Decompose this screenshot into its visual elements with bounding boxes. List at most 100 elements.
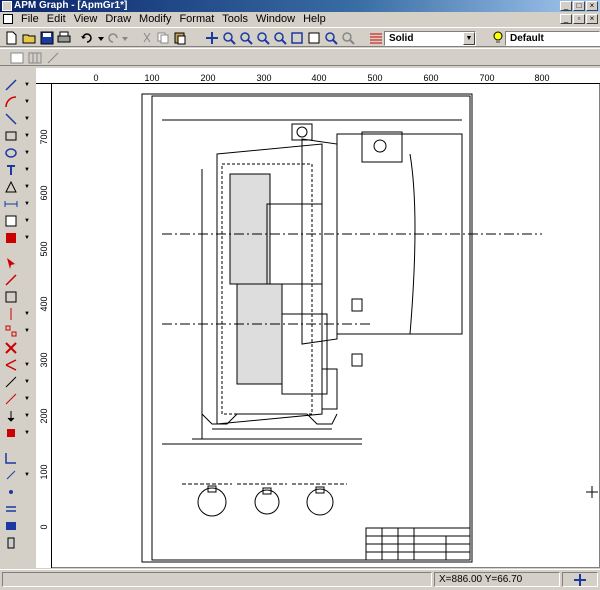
lightbulb-icon[interactable]	[491, 31, 505, 45]
secondary-toolbar	[0, 48, 600, 66]
snap-mode-icon[interactable]	[573, 573, 587, 587]
horizontal-ruler: 0 100 200 300 400 500 600 700 800	[36, 68, 600, 84]
menu-bar: File Edit View Draw Modify Format Tools …	[0, 12, 600, 26]
motor-terminal-box	[361, 131, 403, 163]
menu-edit[interactable]: Edit	[43, 12, 70, 26]
ruler-tick: 600	[423, 73, 439, 83]
mirror-tool-icon[interactable]: ▼	[4, 307, 30, 321]
paste-icon[interactable]	[173, 31, 187, 45]
ruler-tick: 500	[39, 241, 49, 257]
ruler-tick: 300	[39, 352, 49, 368]
move-tool-icon[interactable]	[4, 273, 20, 287]
motor-terminal	[373, 139, 387, 153]
ruler-tick: 800	[534, 73, 550, 83]
dimension-tool-icon[interactable]: ▼	[4, 197, 30, 211]
scale-tool-icon[interactable]: ▼	[4, 392, 30, 406]
delete-tool-icon[interactable]	[4, 341, 20, 355]
shaft-section-3	[306, 486, 334, 516]
ruler-tick: 400	[39, 296, 49, 312]
select-tool-icon[interactable]	[4, 256, 20, 270]
ruler-tick: 400	[311, 73, 327, 83]
new-file-icon[interactable]	[4, 31, 18, 45]
hatch-tool-icon[interactable]: ▼	[4, 180, 30, 194]
ruler-tick: 100	[144, 73, 160, 83]
close-button[interactable]: ×	[586, 1, 598, 11]
stretch-tool-icon[interactable]: ▼	[4, 409, 30, 423]
text-tool-icon[interactable]: ▼	[4, 163, 30, 177]
ruler-tick: 100	[39, 464, 49, 480]
menu-file[interactable]: File	[17, 12, 43, 26]
snap-settings-icon[interactable]	[4, 451, 20, 465]
document-icon[interactable]	[3, 14, 13, 24]
undo-icon[interactable]	[80, 31, 94, 45]
zoom-window-icon[interactable]	[256, 31, 270, 45]
minimize-button[interactable]: _	[560, 1, 572, 11]
menu-view[interactable]: View	[70, 12, 102, 26]
doc-restore-button[interactable]: ▫	[573, 14, 585, 24]
copy-tool-icon[interactable]	[4, 290, 20, 304]
trim-tool-icon[interactable]: ▼	[4, 358, 30, 372]
doc-close-button[interactable]: ×	[586, 14, 598, 24]
break-tool-icon[interactable]: ▼	[4, 375, 30, 389]
gearbox-drawing	[141, 93, 598, 563]
ruler-tick: 0	[39, 524, 49, 530]
line-style-select[interactable]: Solid ▼	[384, 31, 476, 46]
polyline-tool-icon[interactable]: ▼	[4, 112, 30, 126]
parallel-icon[interactable]	[4, 502, 20, 516]
open-folder-icon[interactable]	[22, 31, 36, 45]
ruler-tick: 700	[479, 73, 495, 83]
chevron-down-icon[interactable]: ▼	[463, 32, 475, 45]
zoom-realtime-icon[interactable]	[324, 31, 338, 45]
menu-window[interactable]: Window	[252, 12, 299, 26]
save-icon[interactable]	[40, 31, 54, 45]
copy-icon[interactable]	[156, 31, 170, 45]
snap-mode-pane[interactable]	[562, 572, 598, 587]
status-message-pane	[2, 572, 432, 587]
ruler-tick: 0	[93, 73, 99, 83]
menu-modify[interactable]: Modify	[135, 12, 175, 26]
maximize-button[interactable]: □	[573, 1, 585, 11]
app-icon[interactable]	[2, 1, 12, 11]
layer-value: Default	[510, 33, 544, 44]
ellipse-tool-icon[interactable]: ▼	[4, 146, 30, 160]
redo-dropdown-icon[interactable]	[118, 31, 132, 45]
layer-select[interactable]: Default	[505, 31, 600, 46]
array-tool-icon[interactable]: ▼	[4, 324, 30, 338]
ruler-tick: 300	[256, 73, 272, 83]
cut-icon[interactable]	[140, 31, 154, 45]
main-toolbar: Solid ▼ Default	[0, 27, 600, 47]
osnap-icon[interactable]: ▼	[4, 468, 30, 482]
zoom-extents-icon[interactable]	[290, 31, 304, 45]
properties-icon[interactable]	[307, 31, 321, 45]
grid-icon[interactable]	[28, 51, 42, 65]
zoom-out-icon[interactable]	[239, 31, 253, 45]
layers-icon[interactable]	[4, 519, 20, 533]
ruler-tick: 600	[39, 185, 49, 201]
snap-icon[interactable]	[46, 51, 60, 65]
fill-tool-icon[interactable]: ▼	[4, 231, 30, 245]
point-icon[interactable]	[4, 485, 20, 499]
menu-help[interactable]: Help	[299, 12, 330, 26]
menu-draw[interactable]: Draw	[101, 12, 135, 26]
window-title: APM Graph - [ApmGr1*]	[14, 0, 128, 11]
menu-tools[interactable]: Tools	[218, 12, 252, 26]
explode-tool-icon[interactable]: ▼	[4, 426, 30, 440]
zoom-previous-icon[interactable]	[273, 31, 287, 45]
line-style-value: Solid	[389, 33, 414, 44]
linetype-icon[interactable]	[369, 31, 383, 45]
title-bar: APM Graph - [ApmGr1*] _ □ ×	[0, 0, 600, 12]
print-icon[interactable]	[57, 31, 71, 45]
line-tool-icon[interactable]: ▼	[4, 78, 30, 92]
menu-format[interactable]: Format	[175, 12, 218, 26]
zoom-in-icon[interactable]	[222, 31, 236, 45]
rectangle-tool-icon[interactable]: ▼	[4, 129, 30, 143]
gauge-icon[interactable]	[4, 536, 20, 550]
pan-icon[interactable]	[205, 31, 219, 45]
layout-icon[interactable]	[10, 51, 24, 65]
zoom-all-icon[interactable]	[341, 31, 355, 45]
doc-minimize-button[interactable]: _	[560, 14, 572, 24]
tool-palette: ▼ ▼ ▼ ▼ ▼ ▼ ▼ ▼ ▼ ▼ ▼ ▼ ▼ ▼ ▼ ▼ ▼ ▼	[0, 68, 36, 568]
arc-tool-icon[interactable]: ▼	[4, 95, 30, 109]
block-tool-icon[interactable]: ▼	[4, 214, 30, 228]
ruler-tick: 200	[39, 408, 49, 424]
